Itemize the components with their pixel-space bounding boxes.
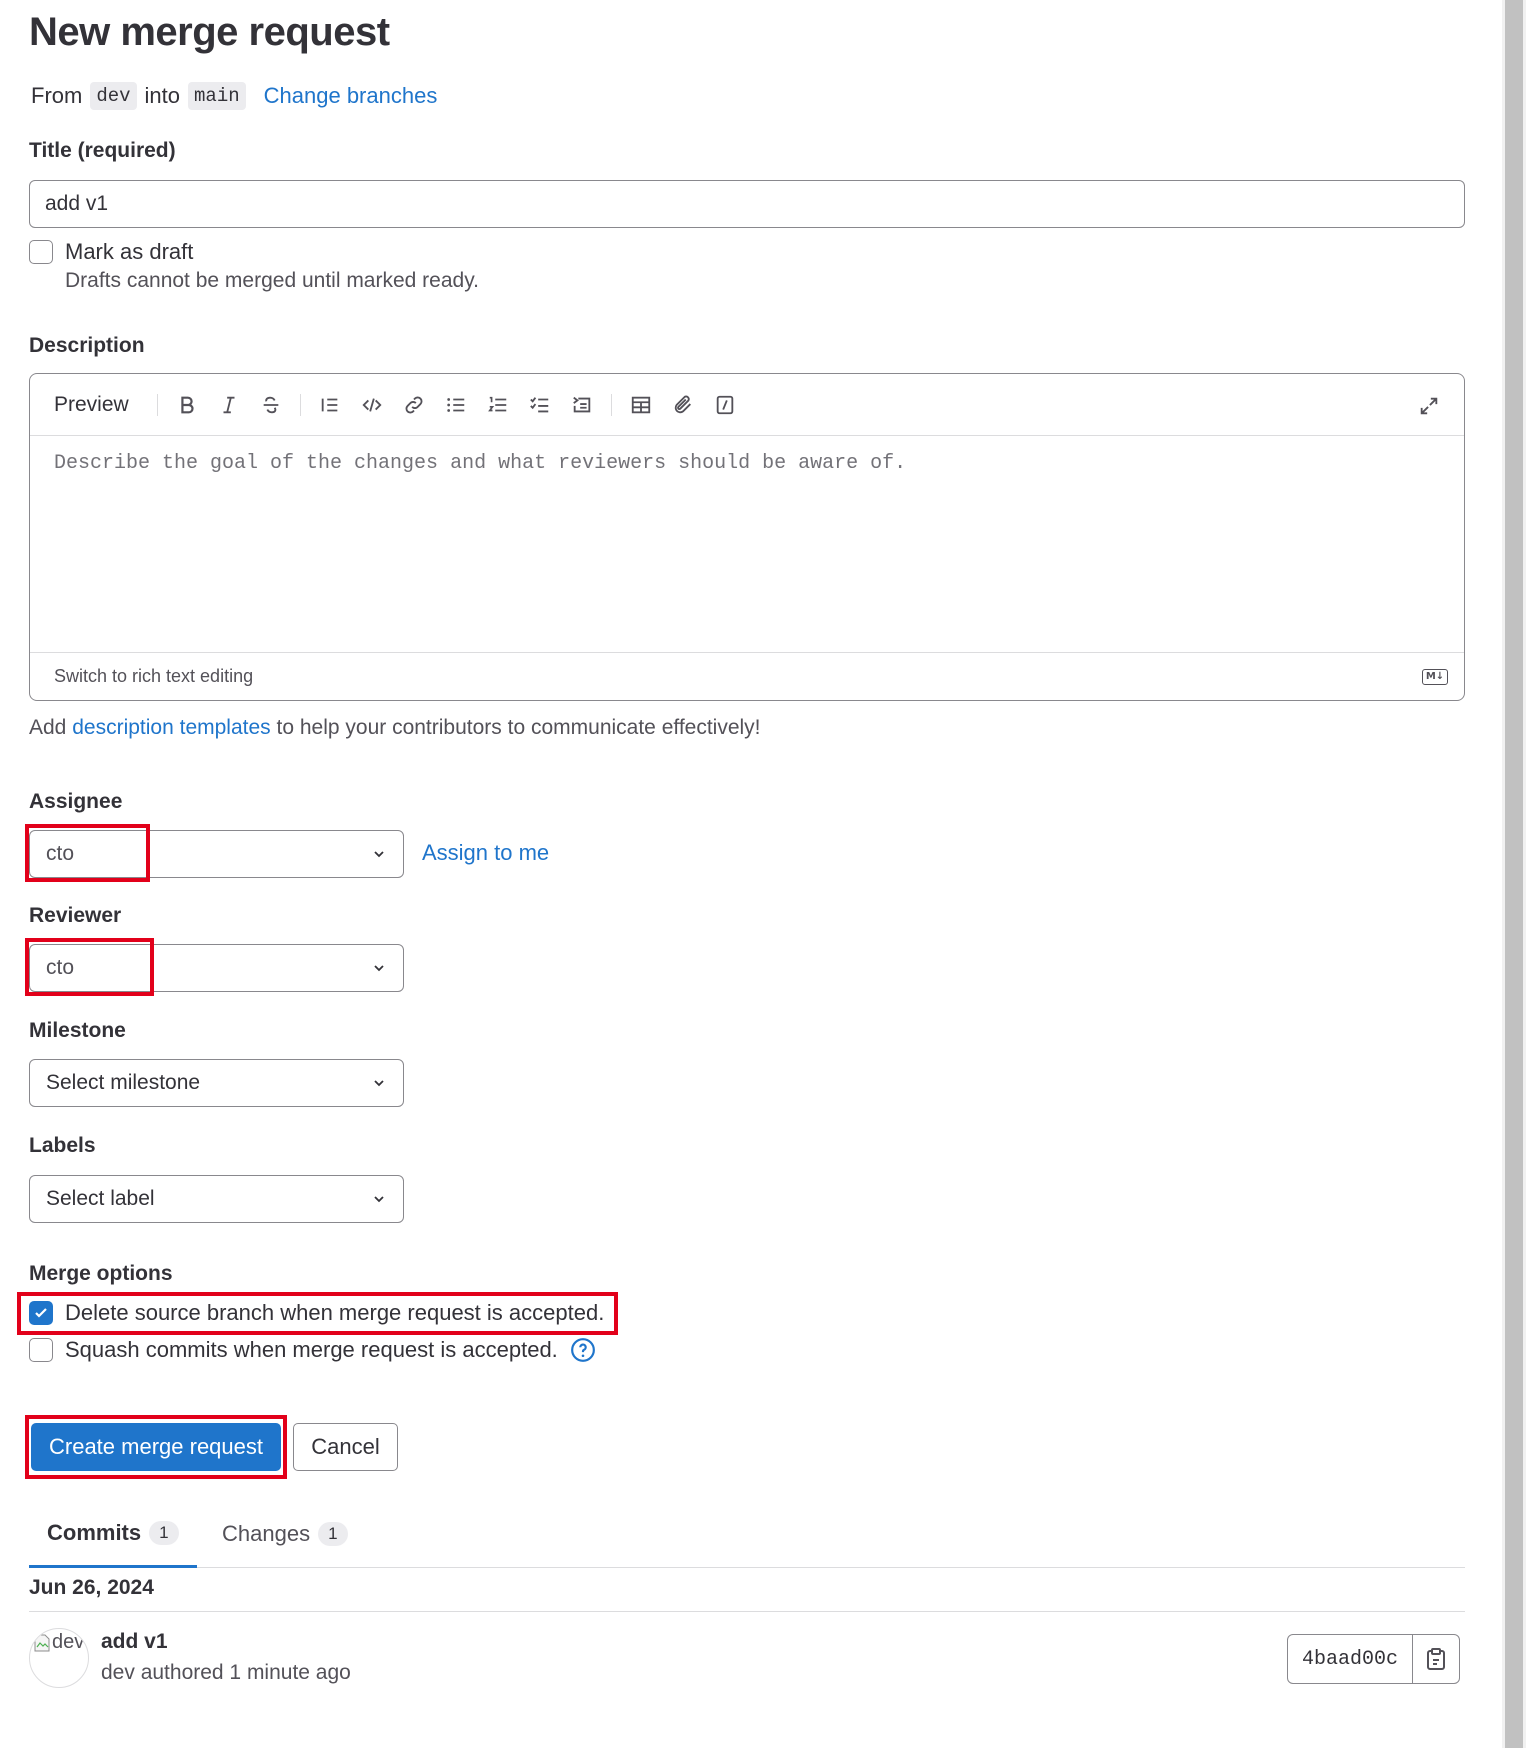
collapsible-icon[interactable] bbox=[561, 385, 603, 425]
description-textarea[interactable]: Describe the goal of the changes and wha… bbox=[54, 452, 906, 475]
merge-options-label: Merge options bbox=[29, 1262, 173, 1285]
preview-tab[interactable]: Preview bbox=[54, 393, 129, 417]
squash-checkbox[interactable] bbox=[29, 1338, 53, 1362]
tab-commits[interactable]: Commits 1 bbox=[29, 1500, 197, 1568]
commit-title-link[interactable]: add v1 bbox=[101, 1630, 168, 1654]
tab-commits-count: 1 bbox=[149, 1520, 179, 1545]
chevron-down-icon bbox=[374, 1080, 384, 1087]
tab-changes[interactable]: Changes 1 bbox=[204, 1500, 366, 1568]
milestone-placeholder: Select milestone bbox=[46, 1071, 201, 1094]
change-branches-link[interactable]: Change branches bbox=[264, 83, 438, 109]
mr-tabs: Commits 1 Changes 1 bbox=[29, 1500, 1465, 1568]
title-input-value: add v1 bbox=[45, 192, 109, 215]
draft-option[interactable]: Mark as draft bbox=[29, 239, 193, 265]
editor-toolbar: Preview bbox=[30, 374, 1464, 436]
description-label: Description bbox=[29, 334, 145, 357]
clipboard-icon bbox=[1427, 1648, 1446, 1670]
editor-footer: Switch to rich text editing M↓ bbox=[30, 652, 1464, 700]
draft-checkbox[interactable] bbox=[29, 240, 53, 264]
labels-placeholder: Select label bbox=[46, 1187, 155, 1210]
markdown-icon: M↓ bbox=[1422, 668, 1448, 685]
title-label: Title (required) bbox=[29, 139, 176, 162]
page-title: New merge request bbox=[29, 10, 390, 54]
avatar-broken-image: dev bbox=[34, 1631, 84, 1654]
commit-sha-button[interactable]: 4baad00c bbox=[1288, 1635, 1414, 1683]
draft-label: Mark as draft bbox=[65, 239, 194, 264]
link-icon[interactable] bbox=[393, 385, 435, 425]
strikethrough-icon[interactable] bbox=[250, 385, 292, 425]
commit-meta: dev authored 1 minute ago bbox=[101, 1661, 351, 1684]
task-list-icon[interactable] bbox=[519, 385, 561, 425]
highlight-box bbox=[25, 824, 150, 882]
scrollbar-thumb[interactable] bbox=[1505, 0, 1523, 1748]
description-editor: Preview Describe the goal of the changes… bbox=[29, 373, 1465, 701]
avatar[interactable]: dev bbox=[29, 1628, 89, 1688]
milestone-label: Milestone bbox=[29, 1019, 126, 1042]
source-branch: dev bbox=[90, 82, 137, 110]
broken-image-icon bbox=[34, 1634, 50, 1651]
cancel-button[interactable]: Cancel bbox=[293, 1423, 398, 1471]
bullet-list-icon[interactable] bbox=[435, 385, 477, 425]
milestone-dropdown[interactable]: Select milestone bbox=[29, 1059, 404, 1107]
chevron-down-icon bbox=[374, 1196, 384, 1203]
labels-dropdown[interactable]: Select label bbox=[29, 1175, 404, 1223]
numbered-list-icon[interactable] bbox=[477, 385, 519, 425]
squash-label: Squash commits when merge request is acc… bbox=[65, 1337, 558, 1362]
reviewer-label: Reviewer bbox=[29, 904, 122, 927]
toolbar-divider bbox=[156, 393, 158, 416]
chevron-down-icon bbox=[374, 851, 384, 858]
tab-commits-label: Commits bbox=[47, 1519, 142, 1545]
templates-hint: Add description templates to help your c… bbox=[29, 716, 761, 740]
slash-command-icon[interactable] bbox=[704, 385, 746, 425]
title-input[interactable]: add v1 bbox=[29, 180, 1465, 228]
help-icon[interactable] bbox=[570, 1337, 596, 1363]
into-label: into bbox=[144, 83, 181, 108]
fullscreen-icon[interactable] bbox=[1408, 386, 1450, 426]
description-templates-link[interactable]: description templates bbox=[72, 716, 270, 739]
vertical-scrollbar[interactable] bbox=[1502, 0, 1526, 1748]
copy-sha-button[interactable] bbox=[1413, 1635, 1459, 1683]
templates-prefix: Add bbox=[29, 716, 67, 739]
highlight-box bbox=[17, 1292, 618, 1335]
highlight-box bbox=[25, 938, 154, 996]
tab-changes-count: 1 bbox=[318, 1522, 348, 1546]
bold-icon[interactable] bbox=[166, 385, 208, 425]
commit-sha-group: 4baad00c bbox=[1287, 1634, 1461, 1684]
toolbar-divider bbox=[299, 393, 301, 416]
avatar-alt-text: dev bbox=[52, 1631, 85, 1653]
branch-info: From dev into main Change branches bbox=[31, 82, 437, 110]
draft-help: Drafts cannot be merged until marked rea… bbox=[65, 269, 479, 292]
italic-icon[interactable] bbox=[208, 385, 250, 425]
target-branch: main bbox=[188, 82, 246, 110]
commit-date-header: Jun 26, 2024 bbox=[29, 1576, 1465, 1612]
squash-option[interactable]: Squash commits when merge request is acc… bbox=[29, 1337, 596, 1363]
labels-label: Labels bbox=[29, 1134, 96, 1157]
highlight-box bbox=[25, 1415, 287, 1479]
from-label: From bbox=[31, 83, 83, 108]
assignee-label: Assignee bbox=[29, 790, 123, 813]
chevron-down-icon bbox=[374, 965, 384, 972]
assign-to-me-link[interactable]: Assign to me bbox=[422, 840, 549, 866]
tab-changes-label: Changes bbox=[222, 1521, 311, 1546]
switch-rich-text-button[interactable]: Switch to rich text editing bbox=[54, 666, 253, 687]
quote-icon[interactable] bbox=[309, 385, 351, 425]
templates-suffix: to help your contributors to communicate… bbox=[276, 716, 761, 739]
table-icon[interactable] bbox=[620, 385, 662, 425]
attach-icon[interactable] bbox=[662, 385, 704, 425]
code-icon[interactable] bbox=[351, 385, 393, 425]
toolbar-divider bbox=[610, 393, 612, 416]
